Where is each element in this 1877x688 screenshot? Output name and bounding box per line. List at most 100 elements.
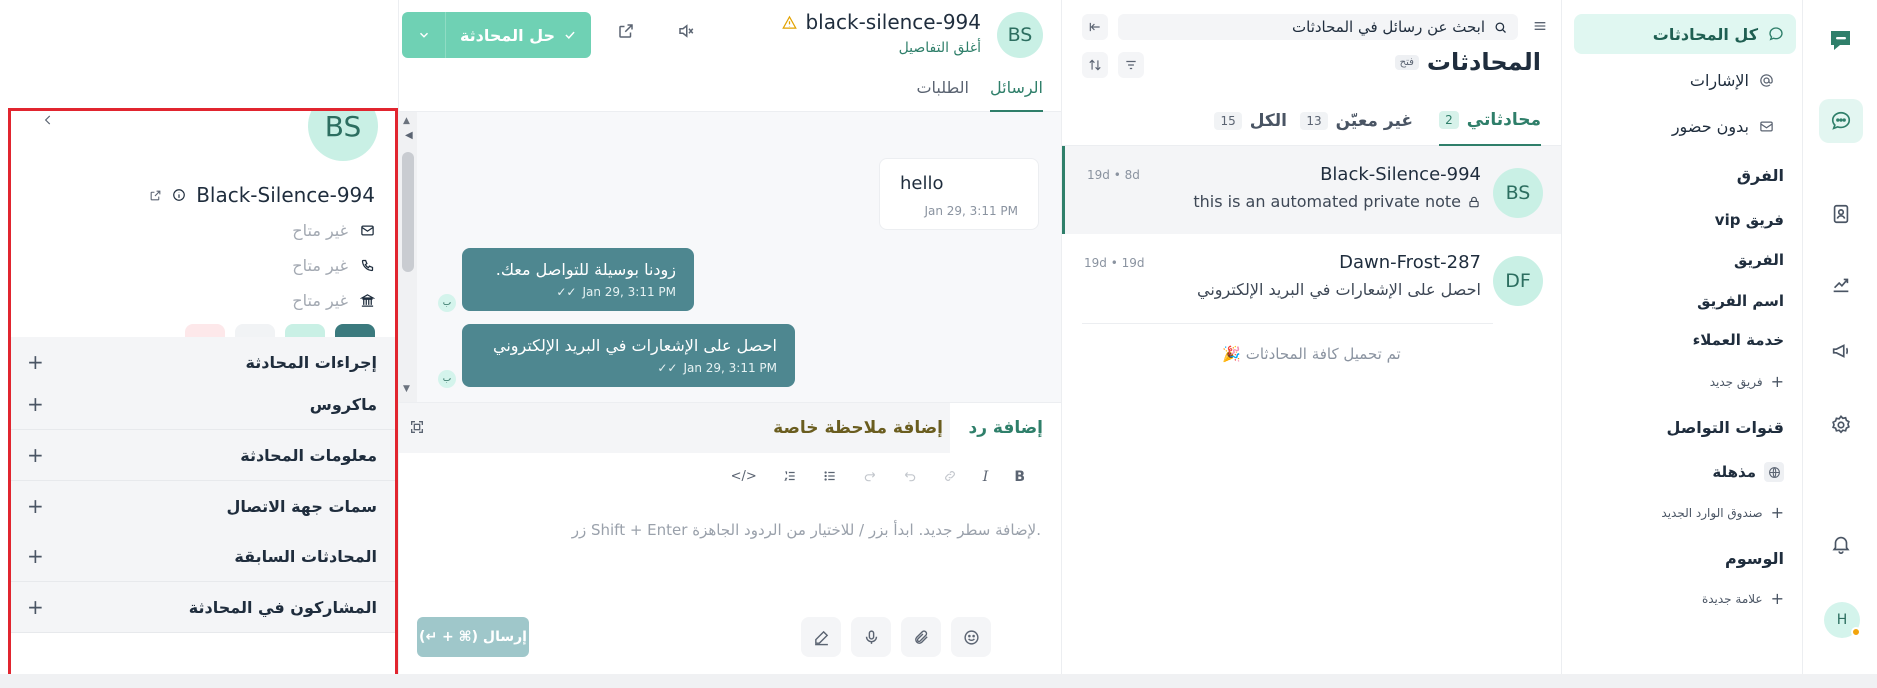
sidebar-item-channel[interactable]: مذهلة: [1712, 462, 1784, 482]
sort-button[interactable]: [1082, 52, 1108, 78]
accordion-contact-attributes[interactable]: + سمات جهة الاتصال: [11, 481, 395, 532]
new-team-label: فريق جديد: [1709, 374, 1763, 389]
globe-icon: [1764, 462, 1784, 482]
double-check-icon: ✓✓: [556, 285, 577, 299]
tab-count: 15: [1214, 112, 1242, 130]
send-button[interactable]: إرسال (⌘ + ↵): [417, 617, 529, 657]
link-icon[interactable]: [943, 469, 957, 485]
collapse-arrow-icon[interactable]: ◀: [405, 130, 413, 141]
avatar[interactable]: BS: [997, 12, 1043, 58]
sidebar-item-team[interactable]: اسم الفريق: [1697, 292, 1784, 310]
sidebar-item-all-conversations[interactable]: كل المحادثات: [1574, 14, 1796, 54]
expand-editor-button[interactable]: [409, 419, 425, 435]
sidebar-item-team[interactable]: الفريق: [1734, 251, 1784, 269]
attach-button[interactable]: [901, 617, 941, 657]
new-inbox-label: صندوق الوارد الجديد: [1661, 505, 1763, 520]
bullet-list-icon[interactable]: [823, 469, 837, 485]
tab-requests[interactable]: الطلبات: [916, 78, 969, 112]
tab-all[interactable]: الكل 15: [1214, 96, 1287, 146]
sidebar-item-team[interactable]: فريق vip: [1715, 211, 1784, 229]
new-label-button[interactable]: + علامة جديدة: [1702, 589, 1784, 608]
conversations-title: المحادثات فتح: [1394, 48, 1541, 76]
redo-icon[interactable]: [863, 469, 877, 485]
tab-private-note[interactable]: إضافة ملاحظة خاصة: [755, 403, 961, 453]
collapse-list-button[interactable]: [1082, 14, 1108, 40]
nav-reports[interactable]: [1819, 262, 1863, 306]
accordion-previous-conversations[interactable]: + المحادثات السابقة: [11, 531, 395, 582]
sender-avatar: ب: [438, 294, 456, 312]
signature-button[interactable]: [801, 617, 841, 657]
scrollbar[interactable]: ▲ ▼: [399, 112, 417, 402]
reply-input[interactable]: زر Shift + Enter لإضافة سطر جديد. ابدأ ب…: [572, 521, 1041, 539]
scrollbar-thumb[interactable]: [402, 152, 414, 272]
new-team-button[interactable]: + فريق جديد: [1710, 372, 1784, 391]
resolve-button[interactable]: حل المحادثة: [446, 26, 591, 45]
nav-campaigns[interactable]: [1819, 329, 1863, 373]
accordion-label: المحادثات السابقة: [234, 546, 377, 566]
conversation-item[interactable]: BS Black-Silence-994 this is an automate…: [1062, 146, 1561, 234]
sidebar-item-unattended[interactable]: بدون حضور: [1660, 108, 1786, 144]
resolve-dropdown-toggle[interactable]: [402, 12, 446, 58]
mute-button[interactable]: [677, 22, 695, 40]
message-preview: this is an automated private note: [1193, 192, 1481, 211]
user-avatar-initial: H: [1836, 612, 1848, 628]
building-icon: [360, 293, 375, 308]
avatar: DF: [1493, 256, 1543, 306]
search-box[interactable]: ابحث عن رسائل في المحادثات: [1118, 14, 1518, 40]
share-button[interactable]: [617, 22, 635, 40]
plus-icon: +: [1770, 372, 1784, 391]
code-icon[interactable]: </>: [731, 469, 757, 485]
close-details-link[interactable]: أغلق التفاصيل: [899, 40, 981, 56]
accordion-label: معلومات المحادثة: [240, 445, 377, 465]
collapse-panel-button[interactable]: [41, 113, 55, 127]
accordion-conversation-info[interactable]: + معلومات المحادثة: [11, 430, 395, 481]
voice-button[interactable]: [851, 617, 891, 657]
external-link-icon[interactable]: [149, 189, 162, 202]
scroll-up-icon[interactable]: ▲: [403, 116, 410, 126]
filter-button[interactable]: [1118, 52, 1144, 78]
nav-notifications[interactable]: [1819, 522, 1863, 566]
undo-icon[interactable]: [903, 469, 917, 485]
sidebar-item-team[interactable]: خدمة العملاء: [1693, 331, 1784, 349]
contact-phone[interactable]: غير متاح: [292, 256, 375, 275]
app-logo[interactable]: [1819, 18, 1863, 62]
tab-label: غير معيّن: [1335, 111, 1413, 131]
italic-icon[interactable]: I: [983, 469, 989, 485]
nav-contacts[interactable]: [1819, 192, 1863, 236]
tab-mine[interactable]: محادثاتي 2: [1439, 96, 1541, 146]
scroll-down-icon[interactable]: ▼: [403, 384, 410, 394]
nav-settings[interactable]: [1819, 403, 1863, 447]
plus-icon: +: [27, 494, 44, 518]
chat-bubble-icon: [1831, 111, 1851, 130]
tab-messages[interactable]: الرسائل: [990, 78, 1043, 112]
search-input[interactable]: ابحث عن رسائل في المحادثات: [1292, 18, 1485, 36]
contact-company[interactable]: غير متاح: [292, 291, 375, 310]
accordion-macros[interactable]: + ماكروس: [11, 379, 395, 430]
contact-email[interactable]: غير متاح: [292, 221, 375, 240]
secondary-sidebar: كل المحادثات الإشارات بدون حضور الفرق فر…: [1561, 0, 1802, 688]
channels-heading: قنوات التواصل: [1666, 418, 1784, 437]
labels-heading: الوسوم: [1724, 549, 1784, 568]
filter-icon: [1126, 60, 1136, 70]
nav-conversations[interactable]: [1819, 99, 1863, 143]
new-inbox-button[interactable]: + صندوق الوارد الجديد: [1661, 503, 1784, 522]
ordered-list-icon[interactable]: [783, 469, 797, 485]
bold-icon[interactable]: B: [1014, 469, 1025, 485]
avatar: BS: [308, 111, 378, 161]
status-away-dot: [1851, 627, 1861, 637]
outgoing-message: احصل على الإشعارات في البريد الإلكتروني …: [462, 324, 795, 387]
menu-icon[interactable]: [1532, 18, 1548, 34]
message-time: Jan 29, 3:11 PM: [683, 361, 777, 375]
status-chip[interactable]: فتح: [1394, 54, 1419, 70]
tab-unassigned[interactable]: غير معيّن 13: [1300, 96, 1413, 146]
info-icon[interactable]: [172, 188, 186, 202]
sidebar-item-mentions[interactable]: الإشارات: [1678, 62, 1786, 98]
message-thread[interactable]: ▲ ▼ ◀ hello Jan 29, 3:11 PM زودنا بوسيلة…: [399, 112, 1061, 402]
contact-details-highlight: BS Black-Silence-994 غير متاح غير متاح غ…: [8, 108, 398, 680]
emoji-button[interactable]: [951, 617, 991, 657]
tab-reply[interactable]: إضافة رد: [950, 403, 1061, 453]
accordion-participants[interactable]: + المشاركون في المحادثة: [11, 582, 395, 633]
conversation-item[interactable]: DF Dawn-Frost-287 احصل على الإشعارات في …: [1062, 234, 1561, 324]
user-avatar[interactable]: H: [1824, 602, 1861, 638]
phone-value: غير متاح: [292, 256, 348, 275]
